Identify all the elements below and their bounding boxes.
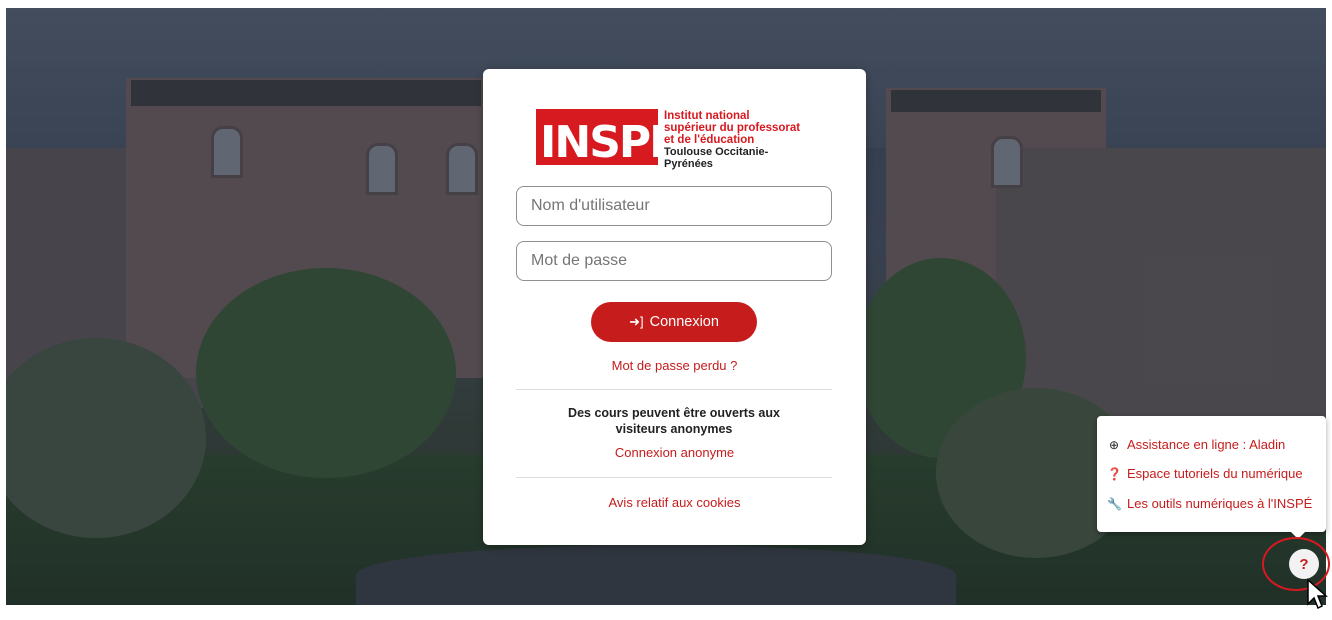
cookies-notice-link[interactable]: Avis relatif aux cookies [483, 495, 866, 510]
inspe-logo: INSPÉ Institut national supérieur du pro… [536, 109, 816, 170]
logo-line: et de l'éducation [664, 134, 755, 146]
help-item-label: Les outils numériques à l'INSPÉ [1127, 496, 1313, 511]
guest-login-link[interactable]: Connexion anonyme [483, 445, 866, 460]
mouse-cursor-icon [1307, 578, 1328, 610]
logo-line: supérieur du professorat [664, 122, 801, 134]
guest-access-text: Des cours peuvent être ouverts aux visit… [568, 406, 780, 436]
login-button[interactable]: ➜] Connexion [591, 302, 757, 342]
password-input[interactable] [516, 241, 832, 281]
help-item-label: Assistance en ligne : Aladin [1127, 437, 1286, 452]
logo-mark: INSPÉ [536, 109, 679, 165]
help-item-tools[interactable]: 🔧 Les outils numériques à l'INSPÉ [1107, 496, 1312, 511]
login-card: INSPÉ Institut national supérieur du pro… [483, 69, 866, 545]
lifebuoy-icon: ⊕ [1108, 437, 1120, 452]
help-button[interactable]: ? [1289, 549, 1319, 579]
logo-line: Institut national [664, 110, 750, 122]
login-button-label: Connexion [649, 314, 719, 330]
help-item-tutorials[interactable]: ❓ Espace tutoriels du numérique [1107, 466, 1303, 481]
help-popover: ⊕ Assistance en ligne : Aladin ❓ Espace … [1097, 416, 1326, 539]
lost-password-link[interactable]: Mot de passe perdu ? [483, 358, 866, 373]
logo-text: Institut national supérieur du professor… [664, 110, 816, 170]
username-input[interactable] [516, 186, 832, 226]
help-item-label: Espace tutoriels du numérique [1127, 466, 1303, 481]
logo-line: Toulouse Occitanie-Pyrénées [664, 146, 769, 170]
wrench-icon: 🔧 [1107, 496, 1122, 511]
divider [516, 477, 832, 478]
divider [516, 389, 832, 390]
sign-in-icon: ➜] [629, 314, 644, 329]
help-item-assistance[interactable]: ⊕ Assistance en ligne : Aladin [1107, 437, 1285, 452]
question-circle-icon: ❓ [1107, 466, 1122, 481]
